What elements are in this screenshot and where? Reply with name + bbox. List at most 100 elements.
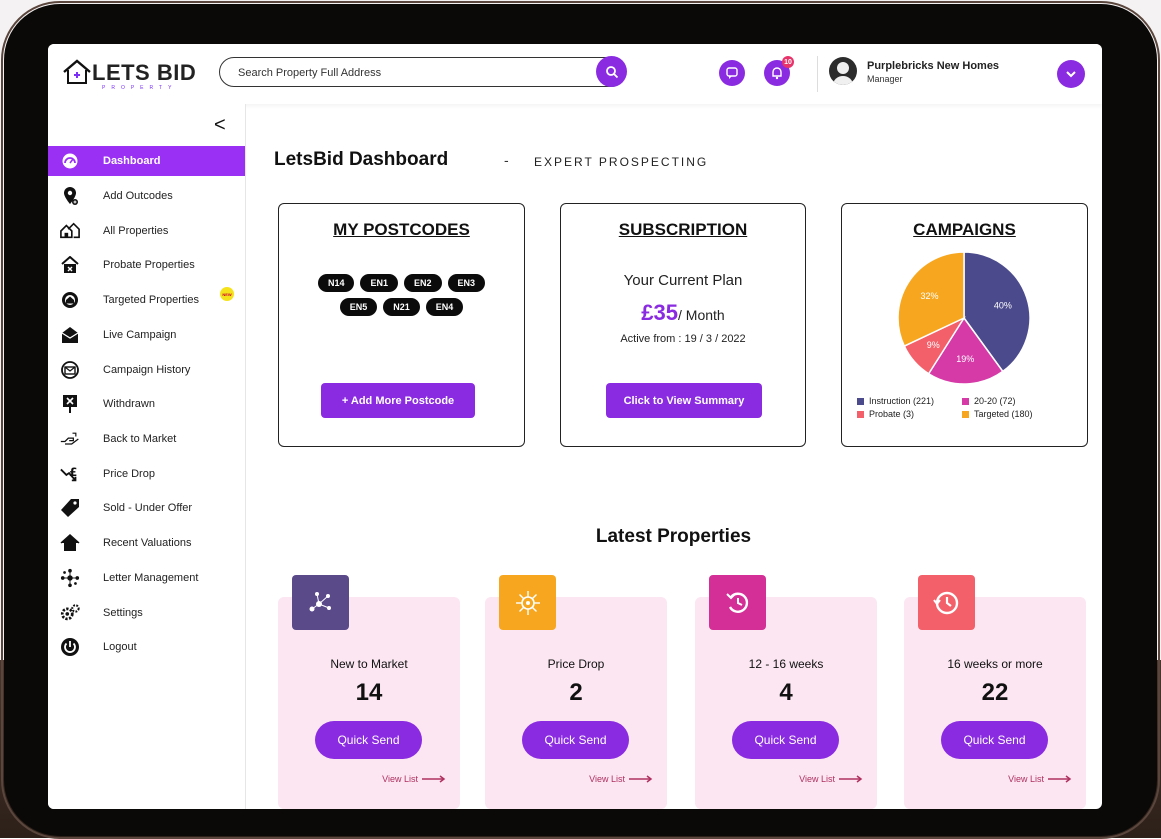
sidebar-item-label: Withdrawn xyxy=(103,398,155,410)
view-list-link[interactable]: View List xyxy=(799,774,863,784)
sidebar-item-label: Dashboard xyxy=(103,155,161,167)
postcode-chip[interactable]: EN5 xyxy=(339,298,378,316)
campaign-history-icon xyxy=(60,360,80,380)
view-summary-button[interactable]: Click to View Summary xyxy=(606,383,762,418)
sidebar-collapse-button[interactable]: < xyxy=(214,114,226,137)
property-card-name: 16 weeks or more xyxy=(947,657,1043,671)
sidebar-item-back-to-market[interactable]: Back to Market xyxy=(48,424,245,454)
price-period: / Month xyxy=(678,307,725,323)
postcodes-title: MY POSTCODES xyxy=(333,220,470,239)
dashboard-icon xyxy=(60,151,80,171)
sidebar-item-label: Sold - Under Offer xyxy=(103,502,193,514)
price-drop-icon: £ xyxy=(60,464,80,484)
plan-active-from: Active from : 19 / 3 / 2022 xyxy=(620,333,746,345)
target-house-icon xyxy=(60,290,80,310)
view-list-label: View List xyxy=(589,774,625,784)
user-avatar-icon xyxy=(833,62,853,85)
campaigns-title: CAMPAIGNS xyxy=(913,220,1016,239)
property-card-16-weeks-or-more: 16 weeks or more 22 Quick Send View List xyxy=(904,575,1086,809)
quick-send-button[interactable]: Quick Send xyxy=(522,721,629,759)
sidebar-item-label: Back to Market xyxy=(103,433,177,445)
header-divider xyxy=(817,56,818,92)
search-bar xyxy=(219,56,627,87)
subscription-title: SUBSCRIPTION xyxy=(618,220,748,239)
sidebar-item-probate-properties[interactable]: Probate Properties xyxy=(48,250,245,280)
screen: LETS BID PROPERTY Search Property Full A… xyxy=(48,44,1102,809)
legend-label: Targeted (180) xyxy=(974,409,1033,419)
add-postcode-button[interactable]: + Add More Postcode xyxy=(321,383,475,418)
postcode-chip[interactable]: EN2 xyxy=(404,274,442,292)
plan-price: £35/ Month xyxy=(561,300,805,326)
property-card-count: 4 xyxy=(779,679,793,706)
legend-label: Probate (3) xyxy=(869,409,915,419)
sidebar-item-letter-management[interactable]: Letter Management xyxy=(48,563,245,593)
chat-icon xyxy=(726,67,738,79)
property-card-price-drop: Price Drop 2 Quick Send View List xyxy=(485,575,667,809)
houses-icon xyxy=(60,221,80,241)
legend-swatch xyxy=(962,397,969,405)
tablet-frame: LETS BID PROPERTY Search Property Full A… xyxy=(1,1,1160,839)
sidebar-item-label: Probate Properties xyxy=(103,259,195,271)
pie-slice-label: 19% xyxy=(956,354,974,364)
arrow-right-icon xyxy=(1048,775,1072,783)
property-card-name: New to Market xyxy=(330,657,408,671)
sidebar-item-live-campaign[interactable]: Live Campaign xyxy=(48,320,245,350)
pie-slice-label: 40% xyxy=(994,300,1012,310)
sidebar-item-targeted-properties[interactable]: Targeted Properties NEW xyxy=(48,285,245,315)
page-subtitle: EXPERT PROSPECTING xyxy=(534,155,709,169)
sidebar-item-withdrawn[interactable]: Withdrawn xyxy=(48,389,245,419)
quick-send-button[interactable]: Quick Send xyxy=(732,721,839,759)
postcode-chip[interactable]: N14 xyxy=(317,274,355,292)
notifications-button[interactable]: 10 xyxy=(764,56,794,86)
sidebar-item-logout[interactable]: Logout xyxy=(48,632,245,662)
network-nodes-icon xyxy=(292,575,349,630)
sidebar-item-sold-under-offer[interactable]: Sold - Under Offer xyxy=(48,493,245,523)
search-button[interactable] xyxy=(596,56,627,87)
view-list-link[interactable]: View List xyxy=(1008,774,1072,784)
logo[interactable]: LETS BID PROPERTY xyxy=(60,56,200,91)
view-list-label: View List xyxy=(799,774,835,784)
latest-properties-title: Latest Properties xyxy=(595,526,752,547)
sold-tag-icon xyxy=(60,498,80,518)
new-badge: NEW xyxy=(220,287,234,301)
view-list-link[interactable]: View List xyxy=(589,774,653,784)
legend-swatch xyxy=(962,410,969,418)
postcode-chip[interactable]: EN3 xyxy=(447,274,486,292)
view-list-link[interactable]: View List xyxy=(382,774,446,784)
sidebar-item-add-outcodes[interactable]: Add Outcodes xyxy=(48,181,245,211)
sidebar-item-all-properties[interactable]: All Properties xyxy=(48,216,245,246)
legend-item: Instruction (221) xyxy=(857,396,934,406)
messages-button[interactable] xyxy=(719,60,745,86)
search-input[interactable] xyxy=(236,64,570,82)
chevron-down-icon xyxy=(1066,71,1076,78)
postcode-chip[interactable]: EN1 xyxy=(360,274,398,292)
search-icon xyxy=(605,65,618,78)
sidebar-item-label: Live Campaign xyxy=(103,329,177,341)
sidebar-item-label: Settings xyxy=(103,607,143,619)
postcodes-card: MY POSTCODES N14 EN1 EN2 EN3 EN5 N21 EN4… xyxy=(278,203,525,447)
sidebar-item-label: Targeted Properties xyxy=(103,294,199,306)
location-pin-icon xyxy=(60,186,80,206)
user-name: Purplebricks New Homes xyxy=(867,60,1000,72)
sidebar-item-settings[interactable]: Settings xyxy=(48,598,245,628)
logo-text: LETS BID xyxy=(92,60,197,85)
user-menu-button[interactable] xyxy=(1057,60,1085,88)
history-arrow-icon xyxy=(709,575,766,630)
postcode-chip[interactable]: N21 xyxy=(383,298,420,316)
quick-send-button[interactable]: Quick Send xyxy=(315,721,422,759)
property-card-name: Price Drop xyxy=(547,657,605,671)
sidebar-item-campaign-history[interactable]: Campaign History xyxy=(48,355,245,385)
avatar[interactable] xyxy=(829,57,857,85)
campaigns-card: CAMPAIGNS 40% 19% 9% 32% Instruction (221) … xyxy=(841,203,1088,447)
postcode-chip[interactable]: EN4 xyxy=(425,298,464,316)
legend-label: 20-20 (72) xyxy=(974,396,1016,406)
title-separator: - xyxy=(504,152,509,168)
clock-history-icon xyxy=(918,575,975,630)
sidebar-item-label: Logout xyxy=(103,641,137,653)
bell-icon xyxy=(772,67,782,80)
quick-send-button[interactable]: Quick Send xyxy=(941,721,1048,759)
sidebar-item-dashboard[interactable]: Dashboard xyxy=(48,146,245,176)
sidebar-item-price-drop[interactable]: £ Price Drop xyxy=(48,459,245,489)
property-card-count: 22 xyxy=(981,679,1009,706)
property-card-new-to-market: New to Market 14 Quick Send View List xyxy=(278,575,460,809)
